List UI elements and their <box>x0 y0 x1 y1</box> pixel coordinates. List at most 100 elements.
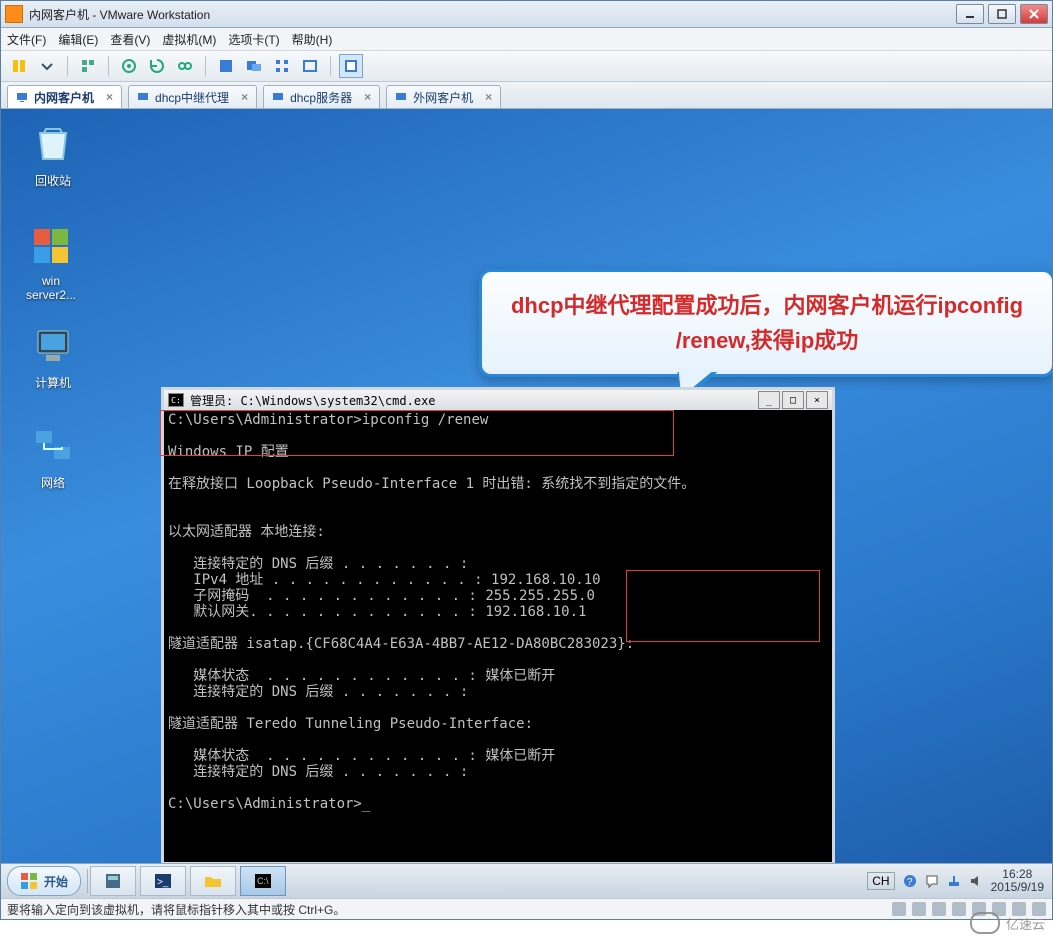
separator <box>330 56 331 76</box>
action-center-icon[interactable] <box>925 874 939 888</box>
highlight-ip-result <box>626 570 820 642</box>
manage-snapshot-icon[interactable] <box>173 54 197 78</box>
cmd-label: 默认网关. . . . . . . . . . . . . : <box>168 604 477 620</box>
icon-label: 网络 <box>23 474 83 491</box>
tab-inner-client[interactable]: 内网客户机 × <box>7 85 122 108</box>
vmware-tabbar: 内网客户机 × dhcp中继代理 × dhcp服务器 × 外网客户机 × <box>1 82 1052 109</box>
close-icon[interactable]: × <box>106 90 113 104</box>
menu-tabs[interactable]: 选项卡(T) <box>228 31 279 48</box>
send-cad-icon[interactable] <box>76 54 100 78</box>
tab-dhcp-relay[interactable]: dhcp中继代理 × <box>128 85 257 108</box>
power-on-icon[interactable] <box>7 54 31 78</box>
gateway-value: 192.168.10.1 <box>485 604 586 620</box>
menu-file[interactable]: 文件(F) <box>7 31 46 48</box>
cmd-prompt: C:\Users\Administrator> <box>168 796 362 812</box>
cmd-icon: C: <box>168 393 184 407</box>
unity-icon[interactable] <box>242 54 266 78</box>
network-icon[interactable]: 网络 <box>23 425 83 491</box>
close-button[interactable] <box>1020 4 1048 24</box>
system-tray: CH ? 16:28 2015/9/19 <box>859 868 1052 894</box>
vm-icon <box>137 91 149 103</box>
annotation-callout: dhcp中继代理配置成功后，内网客户机运行ipconfig /renew,获得i… <box>479 269 1052 377</box>
revert-icon[interactable] <box>145 54 169 78</box>
close-icon[interactable]: × <box>364 90 371 104</box>
tab-label: dhcp中继代理 <box>155 89 229 106</box>
close-icon[interactable]: × <box>241 90 248 104</box>
watermark-text: 亿速云 <box>1006 914 1045 933</box>
cmd-taskbar-button[interactable]: C:\ <box>240 866 286 896</box>
vmware-title-text: 内网客户机 - VMware Workstation <box>29 6 952 23</box>
tab-label: 外网客户机 <box>413 89 473 106</box>
cmd-label: 连接特定的 DNS 后缀 . . . . . . . : <box>168 764 468 780</box>
vmware-statusbar: 要将输入定向到该虚拟机，请将鼠标指针移入其中或按 Ctrl+G。 <box>1 898 1052 919</box>
powershell-button[interactable]: >_ <box>140 866 186 896</box>
cmd-window[interactable]: C: 管理员: C:\Windows\system32\cmd.exe _ □ … <box>161 387 835 865</box>
close-icon[interactable]: × <box>485 90 492 104</box>
computer-icon[interactable]: 计算机 <box>23 325 83 391</box>
cmd-line: 隧道适配器 isatap.{CF68C4A4-E63A-4BB7-AE12-DA… <box>168 636 634 652</box>
help-icon[interactable]: ? <box>903 874 917 888</box>
icon-label: win server2... <box>21 274 81 302</box>
separator <box>205 56 206 76</box>
vmware-titlebar[interactable]: 内网客户机 - VMware Workstation <box>1 1 1052 28</box>
tab-dhcp-server[interactable]: dhcp服务器 × <box>263 85 380 108</box>
start-button[interactable]: 开始 <box>7 866 81 896</box>
cloud-icon <box>970 912 1000 934</box>
tab-label: dhcp服务器 <box>290 89 352 106</box>
network-tray-icon[interactable] <box>947 874 961 888</box>
clock[interactable]: 16:28 2015/9/19 <box>991 868 1044 894</box>
windows-icon <box>20 872 38 890</box>
thumbnail-icon[interactable] <box>270 54 294 78</box>
cmd-label: 连接特定的 DNS 后缀 . . . . . . . : <box>168 684 468 700</box>
dropdown-icon[interactable] <box>35 54 59 78</box>
vmware-toolbar <box>1 51 1052 82</box>
recycle-bin-icon[interactable]: 回收站 <box>23 123 83 189</box>
maximize-button[interactable]: □ <box>782 391 804 409</box>
maximize-button[interactable] <box>988 4 1016 24</box>
cmd-line: 以太网适配器 本地连接: <box>168 524 325 540</box>
media-value: 媒体已断开 <box>485 748 555 764</box>
stretch-icon[interactable] <box>339 54 363 78</box>
volume-icon[interactable] <box>969 874 983 888</box>
cmd-body[interactable]: C:\Users\Administrator>ipconfig /renew W… <box>164 410 832 862</box>
cmd-label: 媒体状态 . . . . . . . . . . . . : <box>168 748 477 764</box>
menu-help[interactable]: 帮助(H) <box>292 31 333 48</box>
guest-taskbar[interactable]: 开始 >_ C:\ CH ? 16:28 2015/9/19 <box>1 863 1052 898</box>
network-adapter-icon[interactable] <box>952 902 966 916</box>
media-value: 媒体已断开 <box>485 668 555 684</box>
cmd-titlebar[interactable]: C: 管理员: C:\Windows\system32\cmd.exe _ □ … <box>164 390 832 410</box>
tab-label: 内网客户机 <box>34 89 94 106</box>
menu-edit[interactable]: 编辑(E) <box>58 31 98 48</box>
vmware-menu: 文件(F) 编辑(E) 查看(V) 虚拟机(M) 选项卡(T) 帮助(H) <box>1 28 1052 51</box>
win-server-shortcut[interactable]: win server2... <box>21 225 81 302</box>
icon-label: 回收站 <box>23 172 83 189</box>
vmware-icon <box>5 5 23 23</box>
cd-icon[interactable] <box>912 902 926 916</box>
guest-desktop[interactable]: 回收站 win server2... 计算机 网络 dhcp中继代理配置成功后，… <box>1 109 1052 898</box>
watermark: 亿速云 <box>970 912 1045 934</box>
language-indicator[interactable]: CH <box>867 872 894 890</box>
fullscreen-icon[interactable] <box>214 54 238 78</box>
minimize-button[interactable] <box>956 4 984 24</box>
console-view-icon[interactable] <box>298 54 322 78</box>
server-manager-button[interactable] <box>90 866 136 896</box>
date-text: 2015/9/19 <box>991 881 1044 894</box>
separator <box>67 56 68 76</box>
minimize-button[interactable]: _ <box>758 391 780 409</box>
snapshot-icon[interactable] <box>117 54 141 78</box>
floppy-icon[interactable] <box>932 902 946 916</box>
status-text: 要将输入定向到该虚拟机，请将鼠标指针移入其中或按 Ctrl+G。 <box>7 901 345 918</box>
explorer-button[interactable] <box>190 866 236 896</box>
tab-outer-client[interactable]: 外网客户机 × <box>386 85 501 108</box>
cmd-label: 子网掩码 . . . . . . . . . . . . : <box>168 588 477 604</box>
cmd-line: 在释放接口 Loopback Pseudo-Interface 1 时出错: 系… <box>168 476 695 492</box>
vm-icon <box>16 91 28 103</box>
close-button[interactable]: × <box>806 391 828 409</box>
hdd-icon[interactable] <box>892 902 906 916</box>
menu-vm[interactable]: 虚拟机(M) <box>162 31 216 48</box>
mask-value: 255.255.255.0 <box>485 588 595 604</box>
icon-label: 计算机 <box>23 374 83 391</box>
menu-view[interactable]: 查看(V) <box>110 31 150 48</box>
vm-icon <box>272 91 284 103</box>
vm-icon <box>395 91 407 103</box>
